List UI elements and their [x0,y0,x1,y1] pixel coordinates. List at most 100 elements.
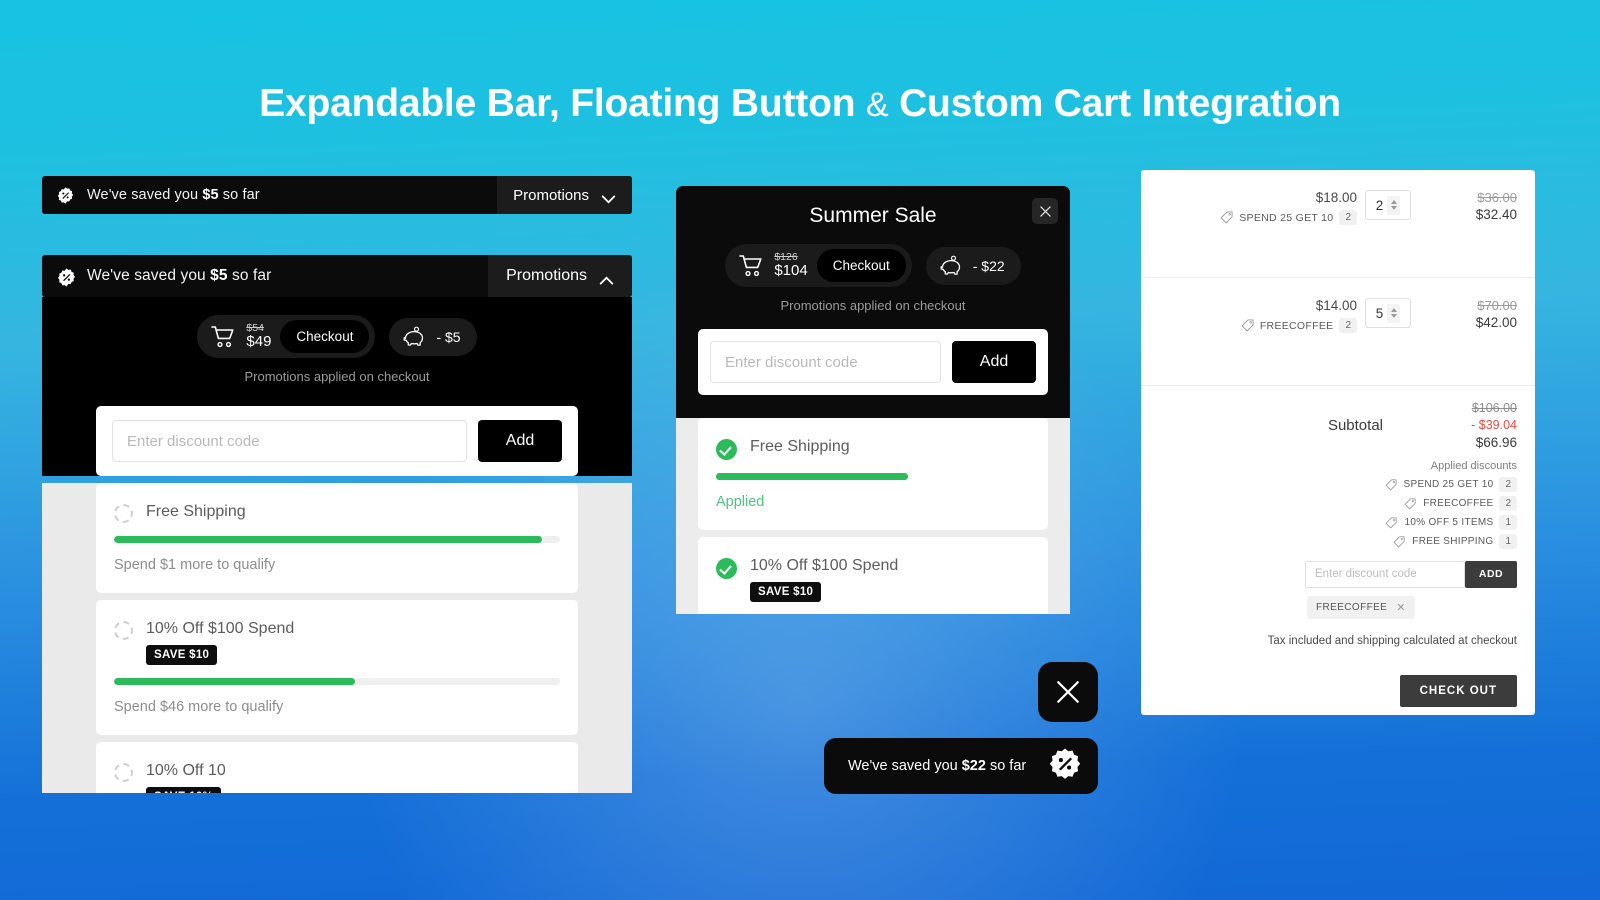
discount-code-input[interactable] [710,341,941,383]
offer-title: 10% Off 10 [146,762,226,779]
applied-discount-item: FREECOFFEE 2 [1141,495,1517,511]
applied-code-chip: FREECOFFEE ✕ [1307,595,1415,619]
quantity-stepper-arrows-icon[interactable] [1387,303,1401,323]
offer-progress-fill [114,678,355,685]
checkout-button[interactable]: Checkout [816,249,906,282]
savings-pill[interactable]: - $5 [389,317,477,356]
quantity-stepper[interactable]: 2 [1365,190,1411,220]
expandable-bar-demo: We've saved you $5 so far Promotions We'… [42,176,632,793]
promotions-toggle-collapsed[interactable]: Promotions [497,176,632,214]
modal-offers-scroll[interactable]: Free Shipping Applied 10% Off $100 Spend… [676,418,1070,614]
floating-savings-amount: $22 [961,758,986,774]
offer-title: 10% Off $100 Spend [146,620,295,637]
piggy-bank-icon [939,255,965,277]
promotions-applied-note: Promotions applied on checkout [244,369,430,384]
applied-discount-item: SPEND 25 GET 10 2 [1141,476,1517,492]
floating-savings-message: We've saved you $22 so far [848,758,1027,774]
add-discount-button[interactable]: Add [952,341,1036,383]
applied-discount-count: 2 [1499,476,1517,492]
cart-prices: $126 $104 [774,252,807,279]
discount-code-card: Add [698,329,1048,395]
cart-summary-pill[interactable]: $54 $49 Checkout [197,315,376,358]
offer-card[interactable]: Free Shipping Spend $1 more to qualify [96,483,578,593]
promotions-label: Promotions [513,186,589,204]
cart-subtotal-section: Subtotal $106.00 - $39.04 $66.96 Applied… [1141,386,1535,707]
price-tag-icon [1404,497,1417,510]
applied-discount-name: FREE SHIPPING [1412,535,1494,547]
savings-pill[interactable]: - $22 [925,246,1021,285]
line-item-price-new: $32.40 [1475,207,1517,222]
promotions-modal: Summer Sale $126 $104 Checkout - $22 Pro… [676,186,1070,614]
expanded-bar-amount: $5 [210,267,228,284]
cart-summary-pill[interactable]: $126 $104 Checkout [725,244,912,287]
shopping-cart-icon [739,254,765,277]
offer-progress-track [114,678,560,685]
shopping-cart-icon [211,325,237,348]
offer-title: Free Shipping [750,438,850,455]
collapsed-promotion-bar[interactable]: We've saved you $5 so far Promotions [42,176,632,214]
collapsed-bar-message: We've saved you $5 so far [87,187,260,203]
applied-discount-name: 10% OFF 5 ITEMS [1404,516,1494,528]
cart-line-item: $18.00 SPEND 25 GET 10 2 2 $36.00 $32.40 [1141,170,1535,278]
quantity-stepper-arrows-icon[interactable] [1387,195,1401,215]
cart-add-discount-button[interactable]: ADD [1465,560,1517,588]
cart-checkout-button[interactable]: CHECK OUT [1399,674,1517,707]
line-item-discount-count: 2 [1339,318,1357,333]
savings-value: - $22 [972,257,1005,274]
offer-progress-fill [114,536,543,543]
cart-price-new: $104 [774,262,808,280]
chevron-up-icon [599,272,614,285]
piggy-bank-icon [402,326,428,348]
applied-discounts-label: Applied discounts [1430,459,1517,472]
price-tag-icon [1385,478,1398,491]
applied-discount-count: 2 [1499,495,1517,511]
promotions-label: Promotions [506,267,587,284]
line-item-price-new: $42.00 [1475,315,1517,330]
cart-discount-code-input[interactable] [1305,560,1465,588]
offer-card[interactable]: Free Shipping Applied [698,418,1048,530]
tax-shipping-note: Tax included and shipping calculated at … [1267,634,1517,647]
offer-save-badge: SAVE $10 [146,645,218,665]
page-title-part1: Expandable Bar, Floating Button [259,82,866,125]
applied-discount-item: FREE SHIPPING 1 [1141,533,1517,549]
expanded-promotion-bar[interactable]: We've saved you $5 so far Promotions [42,255,632,297]
quantity-stepper[interactable]: 5 [1365,298,1411,328]
applied-discounts-list: SPEND 25 GET 10 2 FREECOFFEE 2 10% OFF 5… [1141,476,1517,549]
modal-header: Summer Sale $126 $104 Checkout - $22 Pro… [676,186,1070,418]
offers-scroll-area[interactable]: Free Shipping Spend $1 more to qualify 1… [42,483,632,793]
page-title-part2: Custom Cart Integration [888,82,1341,125]
checkout-button[interactable]: Checkout [280,320,370,353]
price-tag-icon [1220,211,1233,224]
offer-status-applied-icon [716,439,737,460]
cart-line-item: $14.00 FREECOFFEE 2 5 $70.00 $42.00 [1141,278,1535,386]
offer-card[interactable]: 10% Off 10 SAVE 10% [96,742,578,793]
modal-summary-row: $126 $104 Checkout - $22 [676,244,1070,287]
cart-price-new: $49 [246,333,272,351]
cart-prices: $54 $49 [246,323,271,350]
promotions-toggle-expanded[interactable]: Promotions [488,255,632,297]
applied-discount-name: FREECOFFEE [1423,497,1494,509]
applied-discount-count: 1 [1499,514,1517,530]
offer-save-badge: SAVE $10 [750,582,822,602]
offer-card[interactable]: 10% Off $100 Spend SAVE $10 [698,537,1048,614]
chevron-down-icon [601,191,616,203]
expanded-summary-row: $54 $49 Checkout - $5 [42,315,632,358]
collapsed-bar-amount: $5 [202,187,219,203]
subtotal-discount: - $39.04 [1471,417,1517,432]
discount-code-input[interactable] [112,420,467,462]
line-item-unit-price: $18.00 [1315,190,1357,205]
floating-savings-button[interactable]: We've saved you $22 so far [824,738,1098,794]
modal-close-button[interactable] [1032,198,1058,224]
promotions-applied-note: Promotions applied on checkout [780,298,966,313]
applied-code-label: FREECOFFEE [1316,601,1388,613]
offer-title: 10% Off $100 Spend [750,557,899,574]
remove-code-icon[interactable]: ✕ [1396,601,1406,614]
offer-status-incomplete-icon [114,504,133,523]
page-title: Expandable Bar, Floating Button & Custom… [0,82,1600,126]
discount-badge-icon [56,186,75,205]
offer-card[interactable]: 10% Off $100 Spend SAVE $10 Spend $46 mo… [96,600,578,735]
add-discount-button[interactable]: Add [478,420,562,462]
offer-title: Free Shipping [146,503,246,520]
offer-status-incomplete-icon [114,763,133,782]
floating-close-button[interactable] [1038,662,1098,722]
